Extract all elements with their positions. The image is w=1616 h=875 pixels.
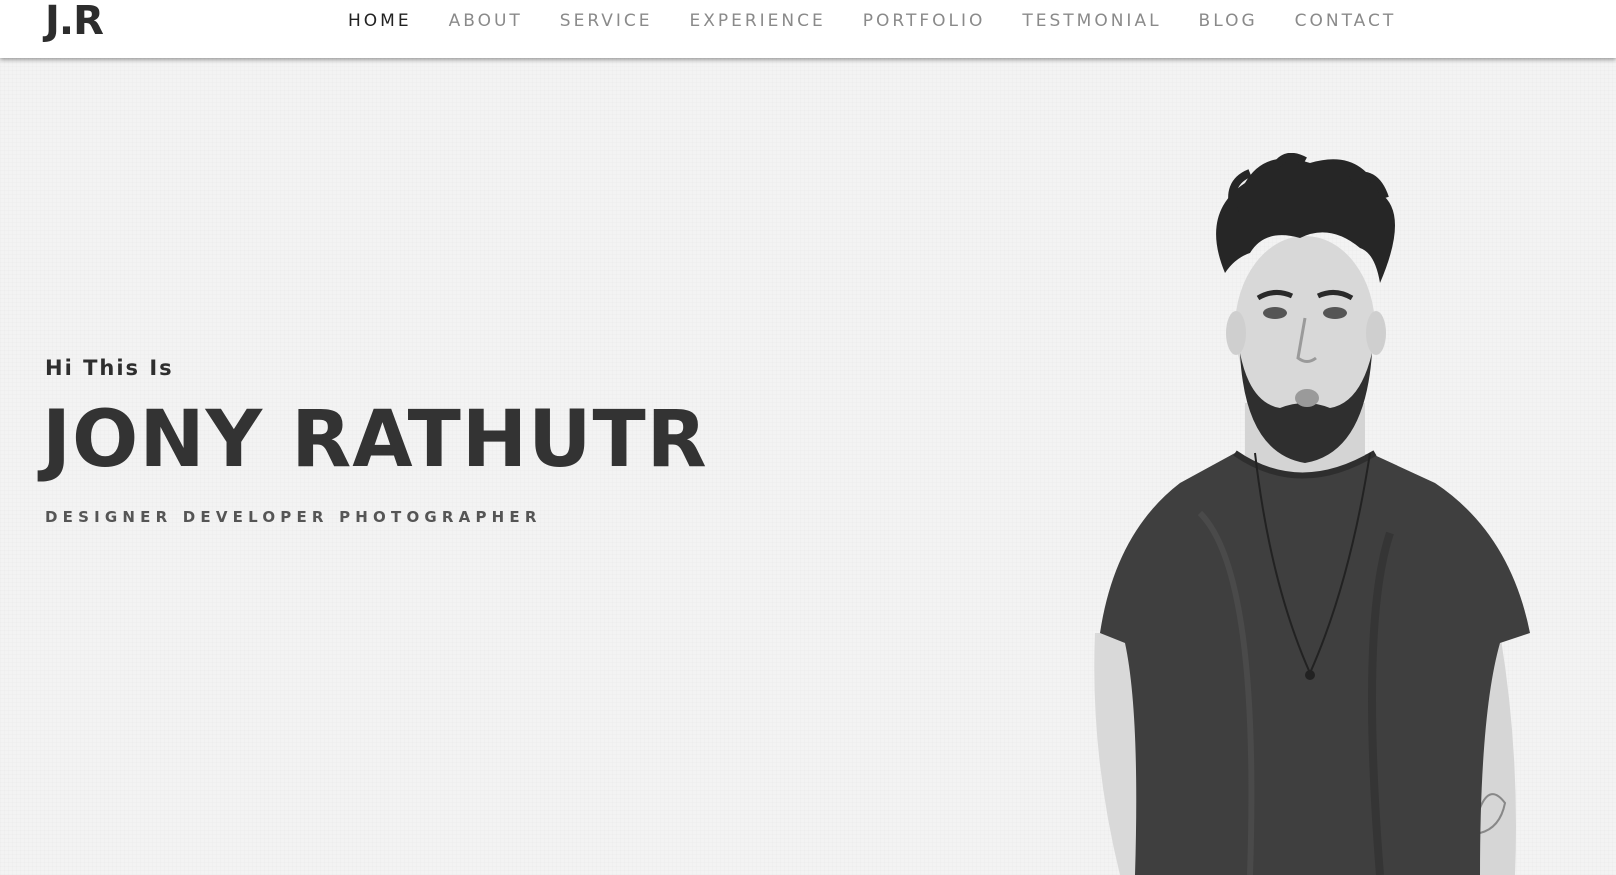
nav-item-home[interactable]: HOME (348, 10, 412, 32)
site-header: J.R HOME ABOUT SERVICE EXPERIENCE PORTFO… (0, 0, 1616, 58)
shirt (1100, 453, 1530, 875)
nav-item-experience[interactable]: EXPERIENCE (689, 10, 825, 32)
nav-item-testmonial[interactable]: TESTMONIAL (1022, 10, 1161, 32)
nav-item-about[interactable]: ABOUT (449, 10, 523, 32)
hero-greeting: Hi This Is (45, 356, 174, 380)
nav-item-blog[interactable]: BLOG (1199, 10, 1258, 32)
hero-roles: DESIGNER DEVELOPER PHOTOGRAPHER (45, 508, 542, 526)
hero-section: Hi This Is JONY RATHUTR DESIGNER DEVELOP… (0, 58, 1616, 875)
nav-item-contact[interactable]: CONTACT (1295, 10, 1397, 32)
main-nav: HOME ABOUT SERVICE EXPERIENCE PORTFOLIO … (348, 10, 1433, 32)
nav-item-portfolio[interactable]: PORTFOLIO (863, 10, 986, 32)
nav-item-service[interactable]: SERVICE (560, 10, 653, 32)
site-logo[interactable]: J.R (45, 0, 104, 42)
portrait-image (1094, 153, 1530, 875)
hero-name: JONY RATHUTR (42, 395, 708, 485)
